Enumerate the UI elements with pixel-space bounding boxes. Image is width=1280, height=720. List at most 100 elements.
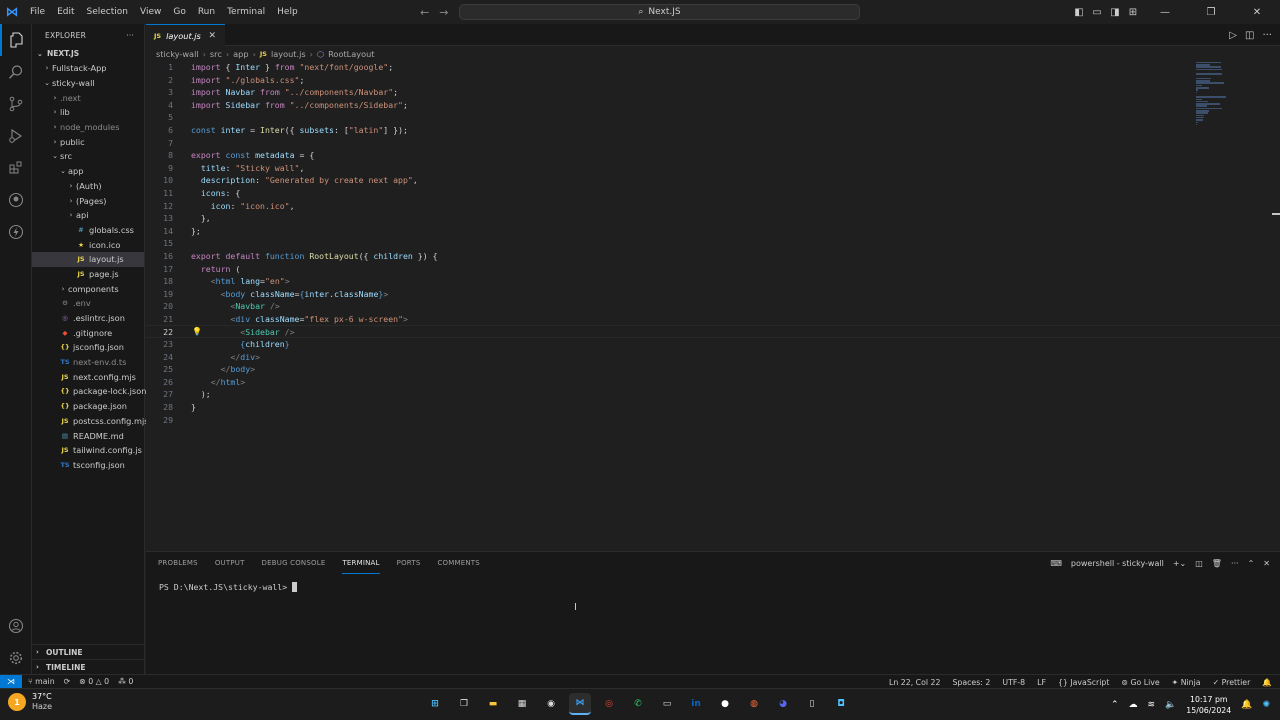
menu-terminal[interactable]: Terminal: [221, 0, 271, 24]
extensions-icon[interactable]: [0, 152, 32, 184]
search-sidebar-icon[interactable]: [0, 56, 32, 88]
close-window-icon[interactable]: ✕: [1234, 7, 1280, 18]
panel-tab-problems[interactable]: PROBLEMS: [158, 552, 198, 574]
end-of-line[interactable]: LF: [1037, 678, 1046, 687]
snipping-tool-icon[interactable]: ◘: [830, 693, 852, 715]
prettier-status[interactable]: ✓ Prettier: [1213, 678, 1251, 687]
back-arrow-icon[interactable]: ←: [420, 6, 429, 19]
manage-gear-icon[interactable]: [0, 642, 32, 674]
outline-section[interactable]: › OUTLINE: [32, 644, 145, 659]
tree-folder[interactable]: › .next: [32, 90, 144, 105]
tree-folder[interactable]: › lib: [32, 105, 144, 120]
workspace-root[interactable]: ⌄ NEXT.JS: [32, 46, 144, 61]
sync-icon[interactable]: ⟳: [64, 677, 71, 686]
vscode-app-icon[interactable]: ⋈: [569, 693, 591, 715]
tree-file[interactable]: TS tsconfig.json: [32, 458, 144, 473]
tree-file[interactable]: {} package-lock.json: [32, 384, 146, 399]
terminal-output[interactable]: PS D:\Next.JS\sticky-wall>: [159, 582, 298, 592]
menu-view[interactable]: View: [134, 0, 167, 24]
minimap[interactable]: [1196, 61, 1228, 126]
copilot-icon[interactable]: ✺: [1262, 700, 1270, 710]
new-terminal-icon[interactable]: +⌄: [1173, 559, 1186, 568]
toggle-primary-sidebar-icon[interactable]: ◧: [1070, 7, 1088, 18]
breadcrumb-item[interactable]: src: [210, 49, 222, 59]
problems-status[interactable]: ⊗ 0 △ 0: [79, 677, 109, 686]
tree-folder[interactable]: ⌄ app: [32, 164, 144, 179]
toggle-panel-icon[interactable]: ▭: [1088, 7, 1106, 18]
more-actions-icon[interactable]: ···: [126, 31, 134, 40]
customize-layout-icon[interactable]: ⊞: [1124, 7, 1142, 18]
ninja-status[interactable]: ✦ Ninja: [1172, 678, 1201, 687]
tree-folder[interactable]: › components: [32, 281, 144, 296]
toggle-secondary-sidebar-icon[interactable]: ◨: [1106, 7, 1124, 18]
restore-icon[interactable]: ❐: [1188, 7, 1234, 18]
wifi-icon[interactable]: ≋: [1148, 700, 1156, 710]
tree-folder[interactable]: › (Pages): [32, 193, 144, 208]
remote-indicator-icon[interactable]: ⋊: [0, 674, 22, 689]
menu-edit[interactable]: Edit: [51, 0, 80, 24]
run-file-icon[interactable]: ▷: [1229, 30, 1237, 41]
github-icon[interactable]: [0, 184, 32, 216]
indentation[interactable]: Spaces: 2: [952, 678, 990, 687]
minimize-icon[interactable]: —: [1142, 7, 1188, 18]
accounts-icon[interactable]: [0, 610, 32, 642]
tree-file[interactable]: ◎ .eslintrc.json: [32, 311, 144, 326]
notifications-bell-icon[interactable]: 🔔: [1262, 678, 1272, 687]
breadcrumb-item[interactable]: layout.js: [271, 49, 306, 59]
maximize-panel-icon[interactable]: ⌃: [1248, 559, 1255, 568]
onedrive-icon[interactable]: ☁: [1129, 700, 1138, 710]
tree-file[interactable]: {} package.json: [32, 399, 144, 414]
panel-more-icon[interactable]: ···: [1231, 559, 1239, 568]
cursor-position[interactable]: Ln 22, Col 22: [889, 678, 940, 687]
close-tab-icon[interactable]: ✕: [208, 31, 216, 41]
tree-folder[interactable]: › public: [32, 134, 144, 149]
tree-file[interactable]: ★ icon.ico: [32, 237, 144, 252]
tree-file[interactable]: TS next-env.d.ts: [32, 355, 144, 370]
tree-folder[interactable]: › api: [32, 208, 144, 223]
branch-status[interactable]: ⑂ main: [28, 677, 55, 686]
breadcrumb-item[interactable]: RootLayout: [328, 49, 374, 59]
weather-widget[interactable]: 1 37°C Haze: [8, 692, 52, 712]
panel-tab-comments[interactable]: COMMENTS: [437, 552, 479, 574]
tree-file[interactable]: ▤ README.md: [32, 428, 144, 443]
split-terminal-icon[interactable]: ◫: [1195, 559, 1203, 568]
thunder-client-icon[interactable]: [0, 216, 32, 248]
tree-folder[interactable]: ⌄ src: [32, 149, 144, 164]
explorer-icon[interactable]: [0, 24, 32, 56]
source-control-icon[interactable]: [0, 88, 32, 120]
tree-file[interactable]: {} jsconfig.json: [32, 340, 144, 355]
split-editor-icon[interactable]: ◫: [1245, 30, 1254, 41]
tree-file[interactable]: JS next.config.mjs: [32, 369, 144, 384]
chrome-icon[interactable]: ◎: [598, 693, 620, 715]
command-center-search[interactable]: ⌕ Next.JS: [459, 4, 860, 20]
tree-folder[interactable]: › (Auth): [32, 179, 144, 194]
microsoft-store-icon[interactable]: ▦: [511, 693, 533, 715]
panel-tab-output[interactable]: OUTPUT: [215, 552, 245, 574]
code-editor[interactable]: 1 import { Inter } from "next/font/google…: [146, 61, 1280, 551]
run-debug-icon[interactable]: [0, 120, 32, 152]
tree-folder[interactable]: › Fullstack-App: [32, 61, 144, 76]
terminal-shell-label[interactable]: powershell - sticky-wall: [1071, 559, 1164, 568]
tree-folder[interactable]: › node_modules: [32, 120, 144, 135]
tree-file[interactable]: ◆ .gitignore: [32, 325, 144, 340]
menu-file[interactable]: File: [24, 0, 51, 24]
tree-file[interactable]: ⚙ .env: [32, 296, 144, 311]
obs-icon[interactable]: ●: [714, 693, 736, 715]
postman-icon[interactable]: ◍: [743, 693, 765, 715]
tree-file[interactable]: JS layout.js: [32, 251, 144, 267]
whatsapp-icon[interactable]: ✆: [627, 693, 649, 715]
panel-tab-debug-console[interactable]: DEBUG CONSOLE: [262, 552, 326, 574]
show-hidden-icons-icon[interactable]: ⌃: [1111, 700, 1119, 710]
timeline-section[interactable]: › TIMELINE: [32, 659, 145, 674]
volume-icon[interactable]: 🔈: [1165, 700, 1176, 710]
editor-more-icon[interactable]: ···: [1262, 30, 1272, 41]
menu-go[interactable]: Go: [167, 0, 191, 24]
panel-tab-ports[interactable]: PORTS: [397, 552, 421, 574]
task-view-icon[interactable]: ❐: [453, 693, 475, 715]
tree-file[interactable]: JS postcss.config.mjs: [32, 414, 148, 429]
encoding[interactable]: UTF-8: [1002, 678, 1025, 687]
linkedin-icon[interactable]: in: [685, 693, 707, 715]
notifications-bell-icon[interactable]: 🔔: [1241, 700, 1252, 710]
github-desktop-icon[interactable]: ◉: [540, 693, 562, 715]
tree-folder[interactable]: ⌄ sticky-wall: [32, 76, 144, 91]
